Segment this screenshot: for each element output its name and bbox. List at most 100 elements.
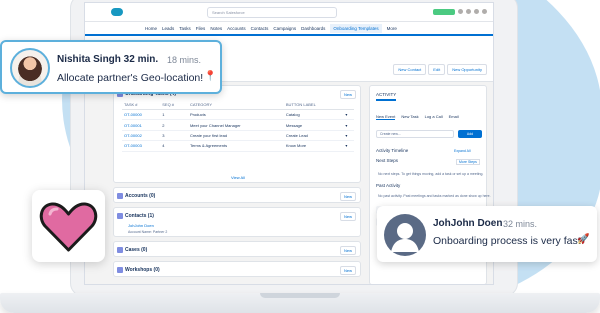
tab-activity[interactable]: ACTIVITY bbox=[376, 92, 397, 101]
notification-sender: Nishita Singh 32 min. bbox=[57, 54, 159, 65]
nav-item-tasks[interactable]: Tasks bbox=[179, 26, 191, 31]
notification-card[interactable]: Nishita Singh 32 min. 18 mins. Allocate … bbox=[0, 40, 222, 94]
heart-icon bbox=[39, 202, 98, 252]
nav-item-onboarding-templates[interactable]: Onboarding Templates bbox=[330, 23, 382, 33]
case-icon bbox=[117, 247, 123, 253]
nav-item-home[interactable]: Home bbox=[145, 26, 157, 31]
task-link[interactable]: OT-00000 bbox=[122, 109, 161, 121]
notification-message: Allocate partner's Geo-location! bbox=[57, 72, 204, 84]
activity-subtabs: New Event New Task Log a Call Email bbox=[376, 114, 459, 120]
expand-all-link[interactable]: Expand All bbox=[454, 149, 471, 153]
column-header[interactable]: CATEGORY bbox=[187, 100, 284, 110]
card-title: Contacts (1) bbox=[125, 213, 154, 219]
user-silhouette-icon bbox=[391, 223, 419, 252]
avatar-icon[interactable] bbox=[482, 9, 487, 14]
task-link[interactable]: OT-00002 bbox=[122, 130, 161, 142]
table-cell: 1 bbox=[160, 109, 188, 121]
nav-item-notes[interactable]: Notes bbox=[210, 26, 222, 31]
search-input[interactable]: Search Salesforce bbox=[207, 7, 337, 18]
past-activity-label: Past Activity bbox=[376, 183, 401, 188]
new-case-button[interactable]: New bbox=[339, 246, 356, 255]
new-account-button[interactable]: New bbox=[339, 192, 356, 201]
table-cell: Create your first lead bbox=[187, 130, 284, 142]
column-header[interactable]: BUTTON LABEL bbox=[283, 100, 344, 110]
past-activity-text: No past activity. Past meetings and task… bbox=[378, 194, 491, 198]
bell-icon[interactable] bbox=[474, 9, 479, 14]
activity-timeline-label[interactable]: Activity Timeline bbox=[376, 148, 408, 153]
new-task-button[interactable]: New bbox=[339, 90, 356, 99]
row-menu-icon[interactable]: ▾ bbox=[343, 119, 354, 131]
view-all-link[interactable]: View All bbox=[114, 175, 362, 180]
nav-item-leads[interactable]: Leads bbox=[162, 26, 174, 31]
table-cell: 2 bbox=[160, 119, 188, 131]
nav-item-dashboards[interactable]: Dashboards bbox=[301, 26, 325, 31]
next-steps-text: No next steps. To get things moving, add… bbox=[378, 172, 484, 176]
more-steps-button[interactable]: More Steps bbox=[456, 159, 480, 165]
row-menu-icon[interactable]: ▾ bbox=[343, 109, 354, 121]
card-title: Accounts (0) bbox=[125, 193, 156, 199]
nav-item-contacts[interactable]: Contacts bbox=[251, 26, 269, 31]
setup-badge-icon[interactable] bbox=[433, 9, 455, 15]
tab-new-event[interactable]: New Event bbox=[376, 114, 396, 120]
header-actions: New Contact Edit New Opportunity bbox=[393, 64, 487, 75]
notification-time: 18 mins. bbox=[167, 55, 202, 65]
global-header: Search Salesforce bbox=[85, 3, 493, 22]
user-avatar bbox=[10, 48, 50, 88]
row-menu-icon[interactable]: ▾ bbox=[343, 140, 354, 152]
new-workshop-button[interactable]: New bbox=[339, 266, 356, 275]
tab-log-a-call[interactable]: Log a Call bbox=[425, 114, 443, 120]
workshop-icon bbox=[117, 267, 123, 273]
nav-item-campaigns[interactable]: Campaigns bbox=[273, 26, 296, 31]
contacts-card: Contacts (1) New JohJohn Doen Account Na… bbox=[113, 207, 361, 237]
table-cell: Meet your Channel Manager bbox=[187, 119, 284, 131]
help-icon[interactable] bbox=[458, 9, 463, 14]
table-cell: 3 bbox=[160, 130, 188, 142]
edit-button[interactable]: Edit bbox=[428, 64, 446, 75]
task-link[interactable]: OT-00001 bbox=[122, 119, 161, 131]
new-contact-button[interactable]: New Contact bbox=[393, 64, 427, 75]
tab-new-task[interactable]: New Task bbox=[401, 114, 418, 120]
table-cell: Create Lead bbox=[283, 130, 344, 142]
onboarding-tasks-card: Onboarding Tasks (4) New TASK # SEQ # CA… bbox=[113, 85, 361, 183]
table-row: OT-00003 4 Terms & Agreements Know More … bbox=[122, 140, 354, 152]
location-pin-icon: 📍 bbox=[204, 71, 217, 82]
table-cell: Catalog bbox=[283, 109, 344, 121]
card-title: Workshops (0) bbox=[125, 267, 160, 273]
table-cell: Message bbox=[283, 119, 344, 131]
column-header[interactable]: SEQ # bbox=[160, 100, 188, 110]
add-button[interactable]: Add bbox=[458, 130, 482, 138]
notification-card[interactable]: JohJohn Doen 32 mins. Onboarding process… bbox=[377, 206, 597, 262]
related-lists: Onboarding Tasks (4) New TASK # SEQ # CA… bbox=[113, 85, 361, 284]
new-contact-related-button[interactable]: New bbox=[339, 212, 356, 221]
create-new-input[interactable]: Create new... bbox=[376, 130, 454, 138]
header-icons bbox=[433, 9, 487, 15]
page: Search Salesforce Home Leads Tasks Files… bbox=[0, 0, 600, 313]
new-opportunity-button[interactable]: New Opportunity bbox=[447, 64, 487, 75]
table-cell: 4 bbox=[160, 140, 188, 152]
next-steps-label: Next Steps bbox=[376, 158, 399, 163]
salesforce-cloud-icon bbox=[111, 8, 123, 16]
onboarding-tasks-table: TASK # SEQ # CATEGORY BUTTON LABEL OT-00… bbox=[122, 100, 354, 152]
nav-item-more[interactable]: More bbox=[387, 26, 397, 31]
contact-link[interactable]: JohJohn Doen bbox=[128, 223, 154, 228]
tab-email[interactable]: Email bbox=[449, 114, 459, 120]
table-row: OT-00002 3 Create your first lead Create… bbox=[122, 130, 354, 142]
table-row: OT-00001 2 Meet your Channel Manager Mes… bbox=[122, 119, 354, 131]
nav-item-files[interactable]: Files bbox=[196, 26, 206, 31]
column-header[interactable]: TASK # bbox=[122, 100, 161, 110]
task-link[interactable]: OT-00003 bbox=[122, 140, 161, 152]
user-avatar bbox=[384, 214, 426, 256]
table-cell: Products bbox=[187, 109, 284, 121]
rocket-icon: 🚀 bbox=[577, 234, 590, 245]
cases-card: Cases (0) New bbox=[113, 241, 361, 257]
workshops-card: Workshops (0) New bbox=[113, 261, 361, 277]
gear-icon[interactable] bbox=[466, 9, 471, 14]
table-row: OT-00000 1 Products Catalog ▾ bbox=[122, 109, 354, 121]
accounts-card: Accounts (0) New bbox=[113, 187, 361, 203]
nav-item-accounts[interactable]: Accounts bbox=[227, 26, 246, 31]
laptop-notch bbox=[260, 293, 340, 298]
row-menu-icon[interactable]: ▾ bbox=[343, 130, 354, 142]
notification-time: 32 mins. bbox=[503, 219, 538, 229]
table-cell: Know More bbox=[283, 140, 344, 152]
reaction-card[interactable] bbox=[32, 190, 105, 262]
